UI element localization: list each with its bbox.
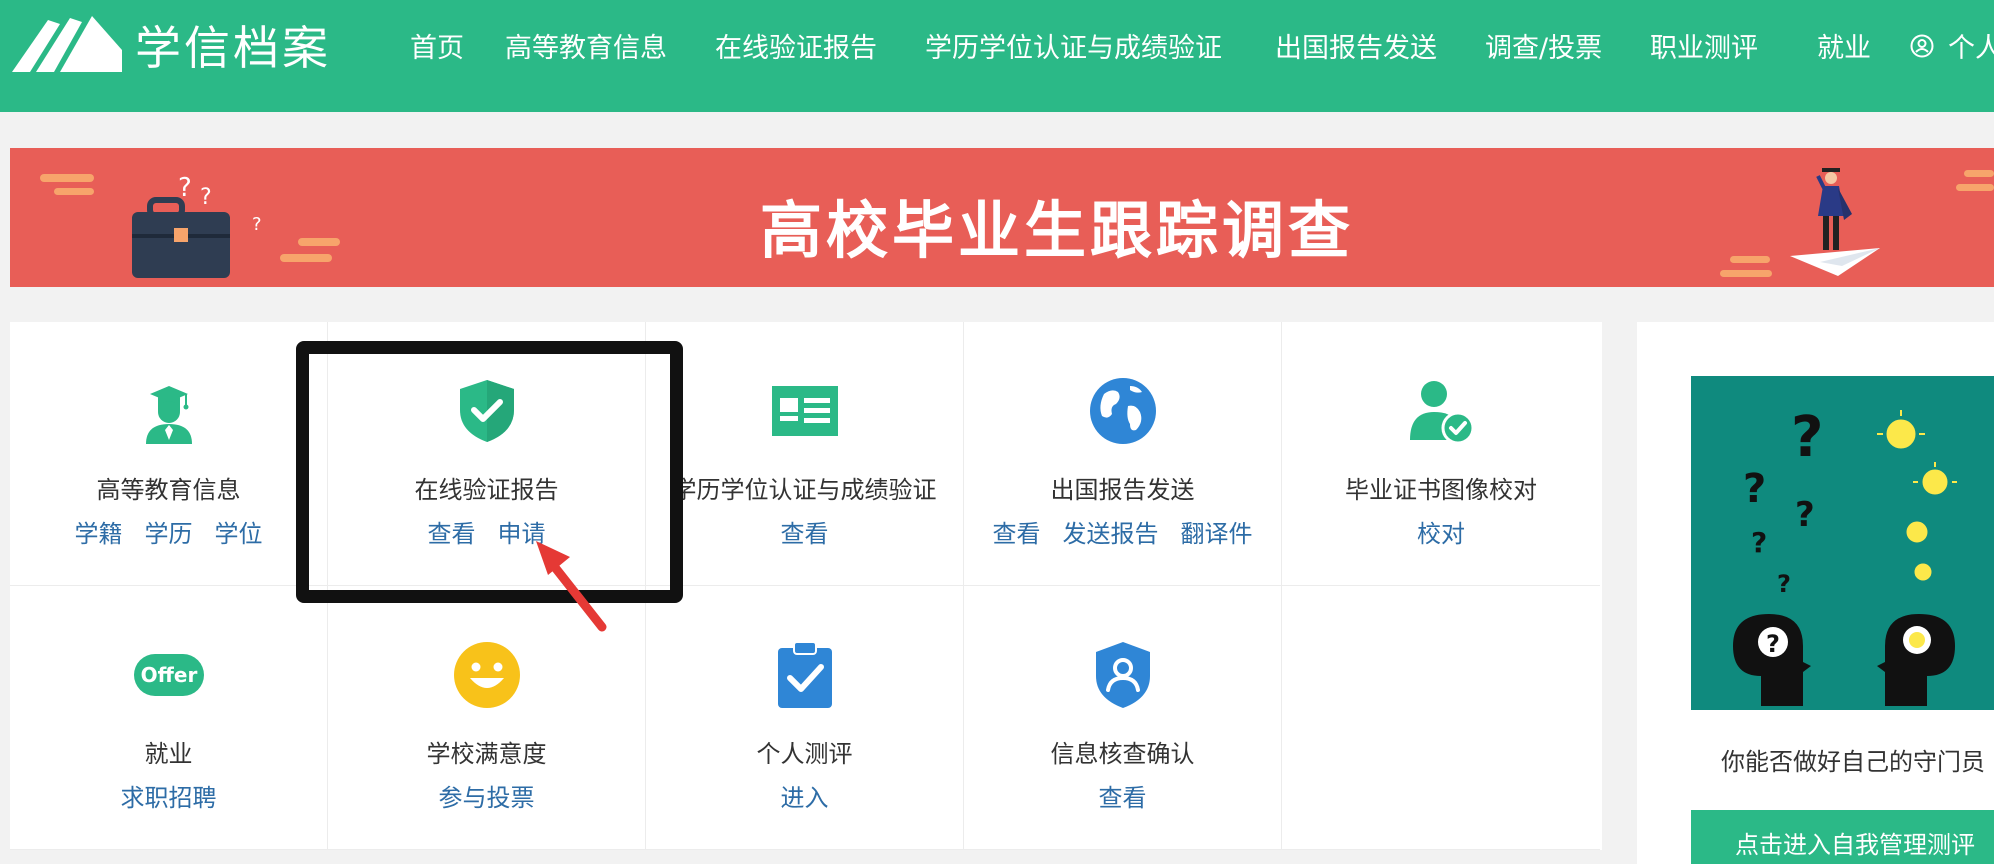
service-title: 高等教育信息 xyxy=(96,476,241,504)
service-title: 就业 xyxy=(144,740,193,768)
nav-degree-certification[interactable]: 学历学位认证与成绩验证 xyxy=(925,26,1222,65)
globe-icon xyxy=(1089,378,1156,444)
service-title: 出国报告发送 xyxy=(1050,476,1195,504)
nav-higher-education[interactable]: 高等教育信息 xyxy=(505,26,667,65)
link-student-status[interactable]: 学籍 xyxy=(75,520,123,548)
service-title: 学校满意度 xyxy=(426,740,547,768)
book-logo-icon xyxy=(12,16,122,72)
nav-report-sending[interactable]: 出国报告发送 xyxy=(1275,26,1437,65)
nav-survey-vote[interactable]: 调查/投票 xyxy=(1485,26,1602,65)
svg-text:?: ? xyxy=(252,214,262,235)
top-navbar: 学信档案 首页 高等教育信息 在线验证报告 学历学位认证与成绩验证 出国报告发送… xyxy=(0,0,1994,112)
svg-text:?: ? xyxy=(1743,466,1766,512)
link-view-sending[interactable]: 查看 xyxy=(993,520,1041,548)
svg-text:?: ? xyxy=(200,185,212,210)
smiley-icon xyxy=(453,642,520,708)
survey-banner[interactable]: ? ? ? 高校毕业生跟踪调查 xyxy=(10,148,1994,287)
self-management-card: ? ? ? ? ? ? 你能否做好自己的守门员 点击进入自我管理测评 xyxy=(1637,322,1994,864)
service-diploma-proofread: 毕业证书图像校对 校对 xyxy=(1282,322,1600,586)
service-personal-test: 个人测评 进入 xyxy=(646,586,964,850)
svg-text:?: ? xyxy=(1795,495,1815,535)
service-employment: Offer 就业 求职招聘 xyxy=(10,586,328,850)
svg-text:?: ? xyxy=(1751,526,1767,559)
svg-text:?: ? xyxy=(1766,630,1780,658)
self-test-button[interactable]: 点击进入自我管理测评 xyxy=(1691,810,1994,864)
nav-user[interactable]: 个人 xyxy=(1910,26,1994,65)
link-view-certification[interactable]: 查看 xyxy=(781,520,829,548)
shield-user-icon xyxy=(1095,642,1150,708)
service-title: 信息核查确认 xyxy=(1050,740,1195,768)
graduate-plane-illustration xyxy=(1720,168,1994,277)
service-degree-certification: 学历学位认证与成绩验证 查看 xyxy=(646,322,964,586)
clipboard-check-icon xyxy=(777,641,832,708)
svg-text:?: ? xyxy=(1777,570,1791,598)
link-proofread[interactable]: 校对 xyxy=(1417,520,1465,548)
link-enter-test[interactable]: 进入 xyxy=(781,784,829,812)
service-report-sending: 出国报告发送 查看 发送报告 翻译件 xyxy=(964,322,1282,586)
user-check-icon xyxy=(1410,381,1475,445)
logo[interactable] xyxy=(8,8,126,78)
service-title: 学历学位认证与成绩验证 xyxy=(672,476,937,504)
service-title: 个人测评 xyxy=(756,740,853,768)
services-panel: 高等教育信息 学籍 学历 学位 在线验证报告 查看 申请 学历学位认证与成绩验证 查看 xyxy=(10,322,1602,850)
side-caption: 你能否做好自己的守门员 xyxy=(1721,748,1985,776)
link-translation[interactable]: 翻译件 xyxy=(1181,520,1253,548)
id-card-icon xyxy=(771,386,838,436)
link-education[interactable]: 学历 xyxy=(145,520,193,548)
gatekeeper-illustration[interactable]: ? ? ? ? ? ? xyxy=(1691,376,1994,710)
offer-icon: Offer xyxy=(133,654,204,696)
red-arrow-annotation xyxy=(536,541,607,632)
service-empty-cell xyxy=(1282,586,1600,850)
link-degree[interactable]: 学位 xyxy=(215,520,263,548)
service-title: 毕业证书图像校对 xyxy=(1345,476,1537,504)
link-view-verify[interactable]: 查看 xyxy=(1099,784,1147,812)
nav-home[interactable]: 首页 xyxy=(410,26,464,65)
graduate-icon xyxy=(145,386,192,444)
banner-title: 高校毕业生跟踪调查 xyxy=(760,194,1355,267)
nav-user-label: 个人 xyxy=(1948,33,1994,64)
service-info-verify: 信息核查确认 查看 xyxy=(964,586,1282,850)
nav-online-report[interactable]: 在线验证报告 xyxy=(715,26,877,65)
briefcase-illustration: ? ? ? xyxy=(40,173,340,278)
svg-text:?: ? xyxy=(1791,405,1823,470)
link-send-report[interactable]: 发送报告 xyxy=(1063,520,1159,548)
link-job-search[interactable]: 求职招聘 xyxy=(121,784,217,812)
link-vote[interactable]: 参与投票 xyxy=(439,784,535,812)
highlight-box xyxy=(296,341,683,603)
offer-icon-text: Offer xyxy=(140,663,197,687)
user-icon xyxy=(1910,34,1934,57)
question-bulb-illustration: ? ? ? ? ? ? xyxy=(1733,405,1957,706)
logo-text[interactable]: 学信档案 xyxy=(135,12,331,78)
service-higher-education: 高等教育信息 学籍 学历 学位 xyxy=(10,322,328,586)
nav-employment[interactable]: 就业 xyxy=(1817,26,1871,65)
nav-career-test[interactable]: 职业测评 xyxy=(1650,26,1758,65)
